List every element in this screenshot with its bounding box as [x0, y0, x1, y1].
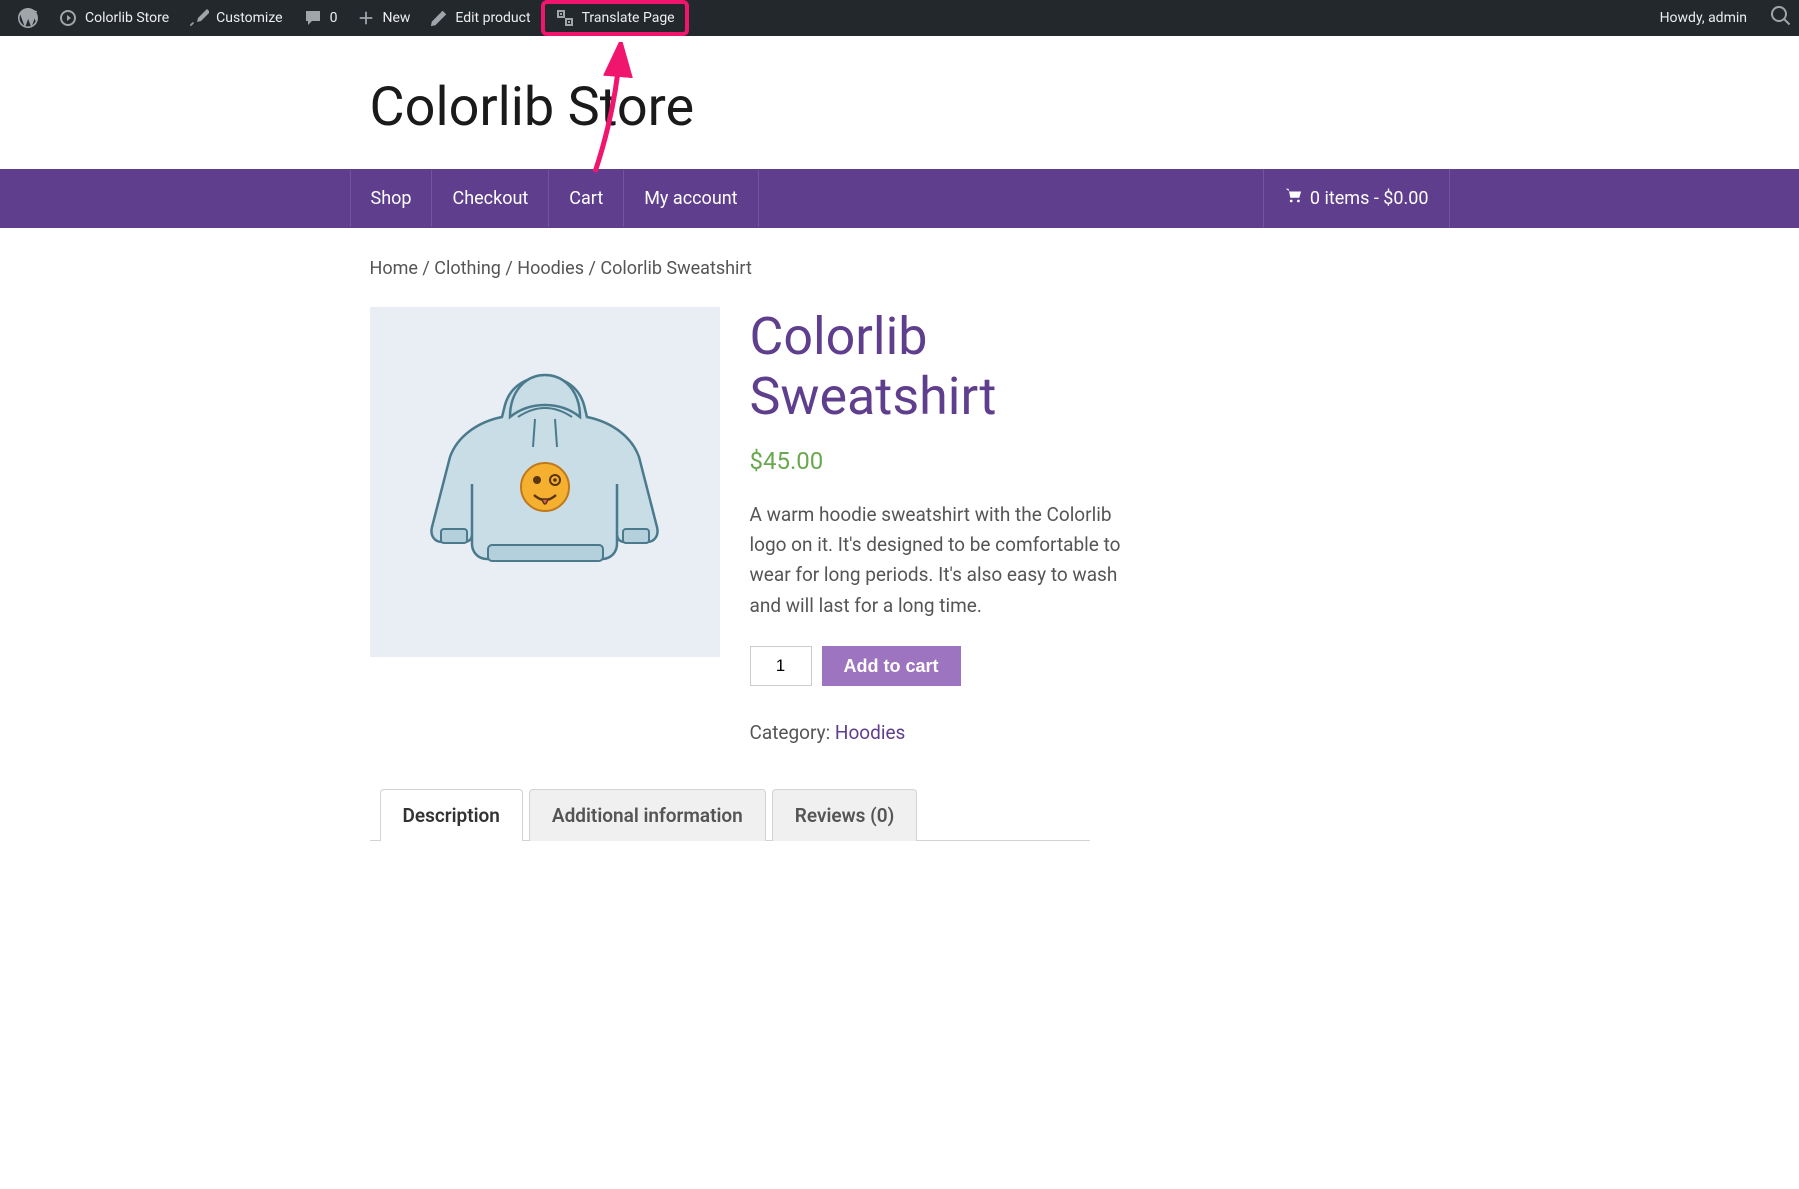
comment-icon: [303, 8, 323, 28]
breadcrumb-sep: /: [501, 258, 517, 279]
admin-bar-right: Howdy, admin: [1650, 0, 1791, 36]
translate-icon: [555, 8, 575, 28]
wp-admin-bar: Colorlib Store Customize 0 New Edit prod…: [0, 0, 1799, 36]
breadcrumb-clothing[interactable]: Clothing: [434, 258, 501, 279]
product-title: Colorlib Sweatshirt: [750, 307, 1130, 427]
wordpress-icon: [18, 8, 38, 28]
main-navigation: Shop Checkout Cart My account 0 items - …: [0, 169, 1799, 228]
new-label: New: [382, 10, 410, 26]
product-tabs: Description Additional information Revie…: [370, 789, 1090, 841]
nav-item-checkout[interactable]: Checkout: [432, 170, 549, 227]
breadcrumb: Home / Clothing / Hoodies / Colorlib Swe…: [370, 258, 1430, 279]
paintbrush-icon: [189, 8, 209, 28]
customize-label: Customize: [216, 10, 282, 26]
site-header: Colorlib Store: [0, 36, 1799, 169]
new-content-menu[interactable]: New: [347, 0, 420, 36]
site-name-menu[interactable]: Colorlib Store: [48, 0, 179, 36]
category-link[interactable]: Hoodies: [835, 721, 905, 744]
pencil-icon: [430, 9, 448, 27]
comments-menu[interactable]: 0: [293, 0, 348, 36]
nav-item-cart[interactable]: Cart: [549, 170, 624, 227]
quantity-input[interactable]: [750, 646, 812, 686]
breadcrumb-home[interactable]: Home: [370, 258, 418, 279]
site-title[interactable]: Colorlib Store: [370, 76, 1430, 139]
category-label: Category:: [750, 721, 835, 744]
tab-description[interactable]: Description: [380, 789, 523, 841]
plus-icon: [357, 9, 375, 27]
edit-product-menu[interactable]: Edit product: [420, 0, 540, 36]
breadcrumb-sep: /: [418, 258, 434, 279]
edit-product-label: Edit product: [455, 10, 530, 26]
dashboard-icon: [58, 8, 78, 28]
product-category-meta: Category: Hoodies: [750, 721, 1130, 744]
add-to-cart-form: Add to cart: [750, 646, 1130, 686]
product-image[interactable]: [370, 307, 720, 657]
product-info: Colorlib Sweatshirt $45.00 A warm hoodie…: [750, 307, 1130, 744]
add-to-cart-button[interactable]: Add to cart: [822, 646, 961, 686]
product-container: Colorlib Sweatshirt $45.00 A warm hoodie…: [370, 307, 1430, 744]
search-icon[interactable]: [1771, 6, 1791, 30]
wp-logo-menu[interactable]: [8, 0, 48, 36]
cart-icon: [1284, 187, 1302, 210]
comments-count: 0: [330, 10, 338, 26]
breadcrumb-sep: /: [584, 258, 600, 279]
cart-summary-text: 0 items - $0.00: [1310, 188, 1429, 209]
product-description: A warm hoodie sweatshirt with the Colorl…: [750, 500, 1130, 622]
admin-bar-left: Colorlib Store Customize 0 New Edit prod…: [8, 0, 1650, 36]
nav-menu: Shop Checkout Cart My account: [350, 170, 759, 227]
customize-menu[interactable]: Customize: [179, 0, 292, 36]
nav-item-shop[interactable]: Shop: [350, 170, 433, 227]
breadcrumb-hoodies[interactable]: Hoodies: [517, 258, 584, 279]
cart-summary-link[interactable]: 0 items - $0.00: [1263, 169, 1450, 228]
tab-reviews[interactable]: Reviews (0): [772, 789, 918, 841]
howdy-label: Howdy, admin: [1660, 10, 1747, 26]
translate-page-label: Translate Page: [582, 10, 675, 26]
site-name-label: Colorlib Store: [85, 10, 169, 26]
product-price: $45.00: [750, 447, 1130, 475]
nav-item-my-account[interactable]: My account: [624, 170, 758, 227]
tab-additional-information[interactable]: Additional information: [529, 789, 766, 841]
breadcrumb-current: Colorlib Sweatshirt: [600, 258, 752, 279]
translate-page-menu[interactable]: Translate Page: [541, 0, 689, 36]
user-menu[interactable]: Howdy, admin: [1650, 0, 1757, 36]
